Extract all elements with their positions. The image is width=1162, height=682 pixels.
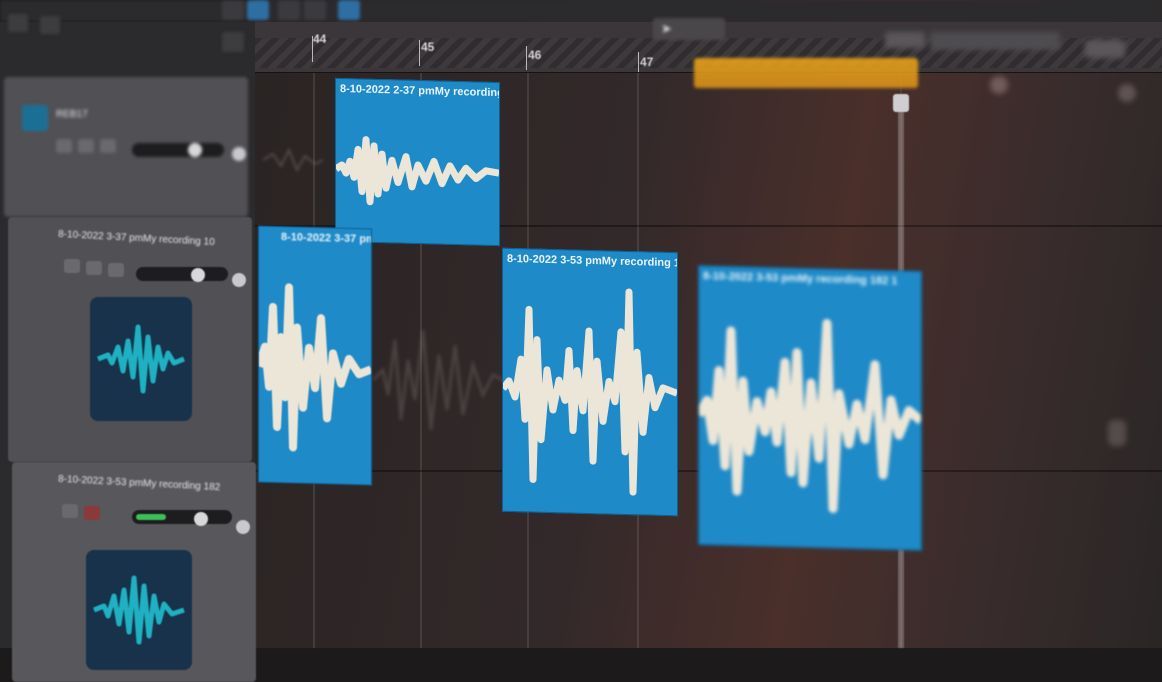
pan-knob[interactable] [232,273,246,287]
mute-button[interactable] [64,259,80,273]
region-title: 8-10-2022 2-37 pmMy recording 10 [340,82,500,100]
ghost-waveform [373,329,503,431]
solo-button[interactable] [78,139,94,153]
header-button[interactable] [40,16,60,34]
record-button[interactable] [100,139,116,153]
region-waveform [699,318,921,514]
pan-knob[interactable] [232,147,246,161]
add-track-button[interactable] [222,32,244,52]
bar-number-45: 45 [421,40,435,54]
track-headers: REB17 8-10-2022 3-37 pmMy recording 10 8… [0,14,256,682]
audio-region-2[interactable]: 8-10-2022 3-37 pmMy recording 10 [258,225,372,486]
level-meter [136,514,166,520]
snap-label[interactable] [885,32,925,48]
track-header-3[interactable]: 8-10-2022 3-53 pmMy recording 182 [12,462,256,682]
pan-knob[interactable] [236,520,250,534]
toolbar [0,0,1162,22]
cycle-region[interactable] [694,58,918,88]
region-title: 8-10-2022 3-53 pmMy recording 182 1 [703,270,898,288]
header-button[interactable] [8,14,28,32]
track-name: 8-10-2022 3-53 pmMy recording 182 [57,473,221,494]
audio-region-1[interactable]: 8-10-2022 2-37 pmMy recording 10 [335,77,500,247]
mute-button[interactable] [56,139,72,153]
scroll-handle[interactable] [1108,420,1126,446]
region-title: 8-10-2022 3-37 pmMy recording 10 [281,231,372,248]
playhead[interactable] [893,94,909,112]
region-waveform [336,136,499,206]
record-button[interactable] [108,263,124,277]
solo-button[interactable] [86,261,102,275]
snap-dropdown[interactable] [930,32,1060,50]
ruler-tick [526,46,527,70]
audio-region-3[interactable]: 8-10-2022 3-53 pmMy recording 182 [502,247,678,517]
toolbar-button[interactable] [338,0,360,20]
ruler-tick [312,36,313,62]
region-waveform [503,288,677,496]
volume-slider[interactable] [132,143,224,157]
toolbar-button[interactable] [247,0,269,20]
ruler-tick [638,52,639,72]
track-name: REB17 [56,109,88,120]
ruler-tick [419,40,420,66]
waveform-icon [86,550,192,670]
volume-slider[interactable] [136,267,228,281]
bar-number-46: 46 [528,48,542,62]
track-name: 8-10-2022 3-37 pmMy recording 10 [57,228,215,249]
toolbar-button[interactable] [222,0,244,20]
track-header-1[interactable]: REB17 [4,77,248,217]
audio-region-4[interactable]: 8-10-2022 3-53 pmMy recording 182 1 [698,265,922,551]
volume-slider-knob[interactable] [191,268,205,282]
waveform-icon [90,297,192,421]
volume-slider-knob[interactable] [194,512,208,526]
toolbar-button[interactable] [278,0,300,20]
volume-slider-knob[interactable] [188,143,202,157]
track-header-2[interactable]: 8-10-2022 3-37 pmMy recording 10 [8,217,252,462]
region-title: 8-10-2022 3-53 pmMy recording 182 [507,252,678,270]
toolbar-button[interactable] [304,0,326,20]
pointer-tool-menu[interactable]: ➤ [653,18,725,40]
drag-label[interactable] [1085,40,1125,58]
bar-number-44: 44 [313,32,327,46]
pointer-icon: ➤ [661,21,672,36]
marker [1118,84,1136,102]
region-waveform [259,283,371,452]
record-button[interactable] [84,506,100,520]
track-icon [22,105,48,131]
marker [990,76,1008,94]
ghost-waveform [263,147,323,173]
mute-button[interactable] [62,504,78,518]
bar-number-47: 47 [640,55,654,69]
